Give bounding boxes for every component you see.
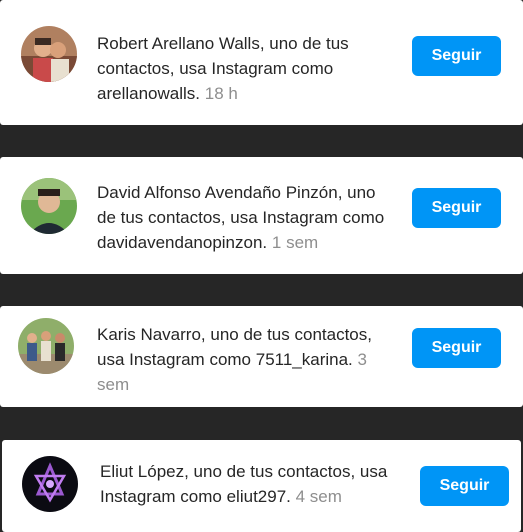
notification-text: Robert Arellano Walls, uno de tus contac… xyxy=(97,34,349,103)
person-photo-icon xyxy=(21,26,77,82)
avatar[interactable] xyxy=(22,456,78,512)
follow-button[interactable]: Seguir xyxy=(420,466,509,506)
notification-card[interactable]: Eliut López, uno de tus contactos, usa I… xyxy=(2,440,521,532)
follow-button[interactable]: Seguir xyxy=(412,188,501,228)
group-photo-icon xyxy=(18,318,74,374)
avatar[interactable] xyxy=(18,318,74,374)
avatar[interactable] xyxy=(21,178,77,234)
timestamp: 18 h xyxy=(204,84,238,103)
notification-card[interactable]: Robert Arellano Walls, uno de tus contac… xyxy=(0,0,523,125)
follow-button[interactable]: Seguir xyxy=(412,328,501,368)
timestamp: 1 sem xyxy=(271,233,319,252)
notification-card[interactable]: Karis Navarro, uno de tus contactos, usa… xyxy=(0,306,523,407)
notification-card[interactable]: David Alfonso Avendaño Pinzón, uno de tu… xyxy=(0,157,523,274)
notification-text: Karis Navarro, uno de tus contactos, usa… xyxy=(97,325,372,394)
avatar[interactable] xyxy=(21,26,77,82)
person-photo-icon xyxy=(21,178,77,234)
follow-button[interactable]: Seguir xyxy=(412,36,501,76)
purple-logo-icon xyxy=(22,456,78,512)
notification-text: Eliut López, uno de tus contactos, usa I… xyxy=(100,462,388,506)
timestamp: 4 sem xyxy=(295,487,342,506)
notification-text: David Alfonso Avendaño Pinzón, uno de tu… xyxy=(97,183,385,252)
